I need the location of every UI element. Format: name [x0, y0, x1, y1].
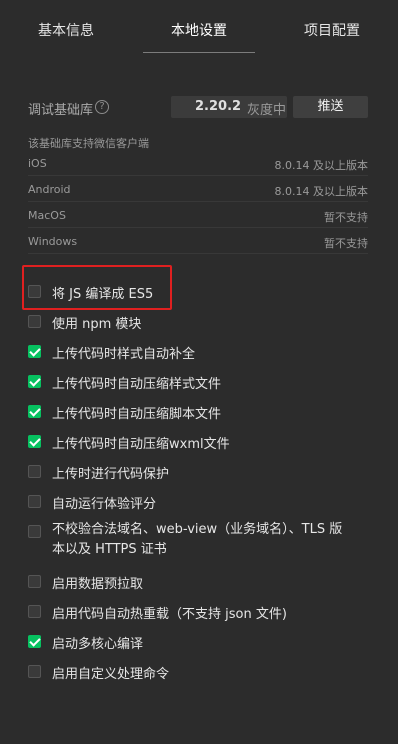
- option-label: 上传代码时自动压缩wxml文件: [52, 437, 230, 452]
- checkbox[interactable]: [28, 495, 41, 508]
- checkbox[interactable]: [28, 575, 41, 588]
- option-label: 启用代码自动热重载（不支持 json 文件): [52, 607, 287, 622]
- base-library-label: 调试基础库: [28, 103, 94, 118]
- option-label: 自动运行体验评分: [52, 497, 157, 512]
- push-button[interactable]: 推送: [293, 96, 368, 118]
- tab-bar: 基本信息 本地设置 项目配置: [0, 0, 398, 56]
- tab-local-settings[interactable]: 本地设置: [171, 20, 227, 40]
- checkbox[interactable]: [28, 435, 41, 448]
- client-row-macos: MacOS 暂不支持: [28, 202, 368, 228]
- option-label: 启用数据预拉取: [52, 577, 144, 592]
- tab-project-config[interactable]: 项目配置: [304, 20, 360, 40]
- active-tab-indicator: [143, 52, 255, 53]
- checkbox[interactable]: [28, 345, 41, 358]
- support-title: 该基础库支持微信客户端: [28, 137, 149, 150]
- checkbox[interactable]: [28, 315, 41, 328]
- option-label: 启动多核心编译: [52, 637, 144, 652]
- base-library-status: 灰度中: [247, 103, 287, 118]
- base-library-row: 调试基础库 ? 2.20.2 灰度中 推送: [28, 96, 368, 118]
- checkbox[interactable]: [28, 635, 41, 648]
- help-icon[interactable]: ?: [95, 100, 109, 114]
- option-label: 上传代码时自动压缩样式文件: [52, 377, 222, 392]
- client-version: 暂不支持: [324, 237, 368, 250]
- tab-basic-info[interactable]: 基本信息: [38, 20, 94, 40]
- client-name: Android: [28, 183, 71, 196]
- checkbox[interactable]: [28, 285, 41, 298]
- option-label: 使用 npm 模块: [52, 317, 142, 332]
- option-label: 上传代码时样式自动补全: [52, 347, 196, 362]
- base-library-select[interactable]: 2.20.2 灰度中: [171, 96, 287, 118]
- client-name: MacOS: [28, 209, 66, 222]
- client-support-list: iOS 8.0.14 及以上版本 Android 8.0.14 及以上版本 Ma…: [28, 150, 368, 254]
- checkbox[interactable]: [28, 405, 41, 418]
- client-name: Windows: [28, 235, 78, 248]
- client-name: iOS: [28, 157, 47, 170]
- client-row-ios: iOS 8.0.14 及以上版本: [28, 150, 368, 176]
- checkbox[interactable]: [28, 605, 41, 618]
- client-row-windows: Windows 暂不支持: [28, 228, 368, 254]
- checkbox[interactable]: [28, 525, 41, 538]
- client-version: 8.0.14 及以上版本: [274, 185, 368, 198]
- client-version: 8.0.14 及以上版本: [274, 159, 368, 172]
- option-label: 上传代码时自动压缩脚本文件: [52, 407, 222, 422]
- client-row-android: Android 8.0.14 及以上版本: [28, 176, 368, 202]
- checkbox[interactable]: [28, 465, 41, 478]
- client-version: 暂不支持: [324, 211, 368, 224]
- option-label: 上传时进行代码保护: [52, 467, 170, 482]
- checkbox[interactable]: [28, 665, 41, 678]
- option-label: 将 JS 编译成 ES5: [52, 287, 154, 302]
- base-library-version: 2.20.2: [195, 99, 242, 114]
- checkbox[interactable]: [28, 375, 41, 388]
- option-label: 不校验合法域名、web-view（业务域名）、TLS 版本以及 HTTPS 证书: [52, 522, 343, 557]
- option-label: 启用自定义处理命令: [52, 667, 170, 682]
